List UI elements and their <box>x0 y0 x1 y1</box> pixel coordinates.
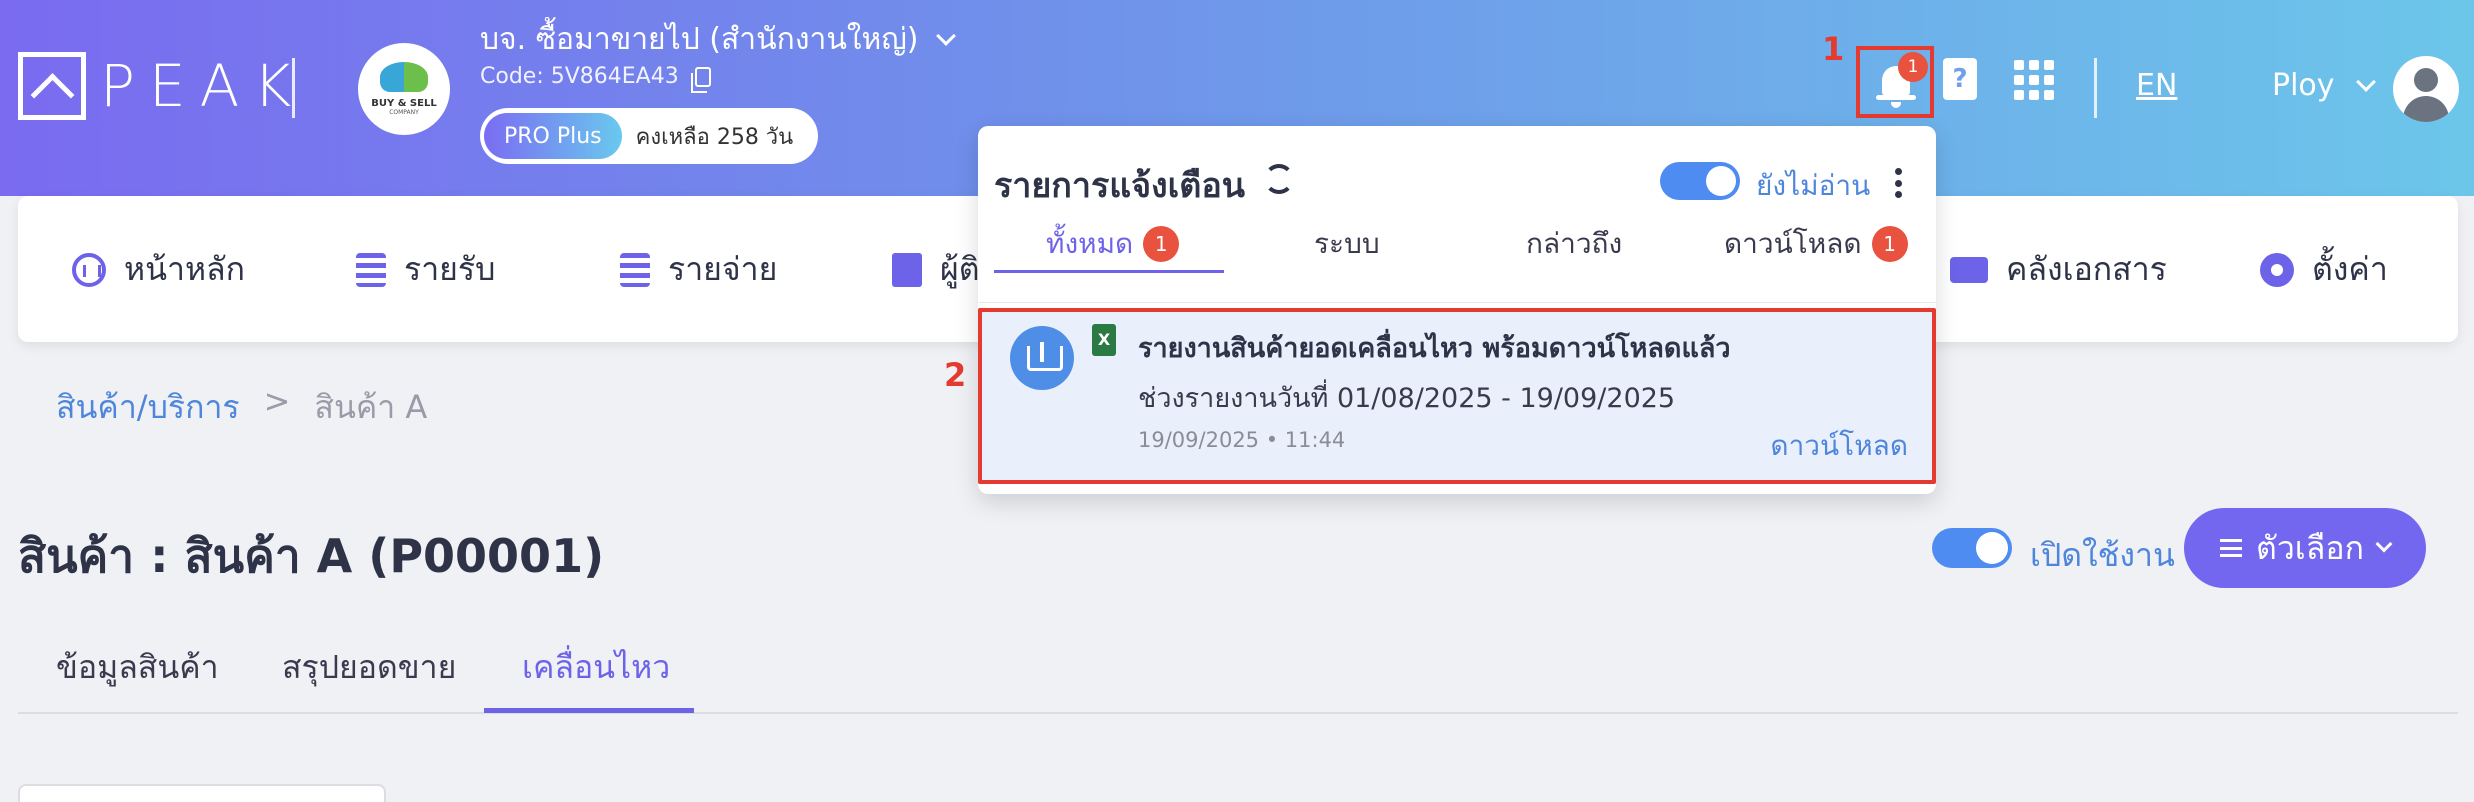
plan-badge: PRO Plus <box>484 113 622 159</box>
header-divider-right <box>2094 58 2097 118</box>
notification-dropdown: รายการแจ้งเตือน ยังไม่อ่าน ทั้งหมด 1 ระบ… <box>978 126 1936 494</box>
excel-file-icon: X <box>1092 324 1116 356</box>
active-toggle[interactable] <box>1932 528 2012 568</box>
notif-tab-divider <box>978 302 1936 303</box>
notif-tab-all[interactable]: ทั้งหมด 1 <box>1046 222 1180 266</box>
notif-tab-badge: 1 <box>1143 226 1180 262</box>
plan-pill[interactable]: PRO Plus คงเหลือ 258 วัน <box>480 108 818 164</box>
nav-item-label: หน้าหลัก <box>124 250 246 288</box>
company-code: Code: 5V864EA43 <box>480 64 711 93</box>
gear-icon <box>2260 252 2294 287</box>
apps-grid-icon[interactable] <box>2014 60 2054 100</box>
tab-sales-summary[interactable]: สรุปยอดขาย <box>282 642 456 693</box>
notif-tab-downloads[interactable]: ดาวน์โหลด 1 <box>1724 222 1908 266</box>
help-book-icon[interactable]: ? <box>1943 58 1977 100</box>
notif-tab-system[interactable]: ระบบ <box>1314 222 1380 266</box>
filter-box[interactable] <box>18 784 386 802</box>
refresh-icon[interactable] <box>1264 164 1294 194</box>
user-name: Ploy <box>2272 68 2335 103</box>
notif-tab-label: ดาวน์โหลด <box>1724 227 1862 260</box>
notification-count-badge: 1 <box>1898 52 1928 82</box>
tab-movement[interactable]: เคลื่อนไหว <box>522 642 670 693</box>
folder-icon <box>1950 256 1988 283</box>
breadcrumb-current: สินค้า A <box>314 388 428 426</box>
nav-item-income[interactable]: รายรับ <box>356 244 495 295</box>
nav-item-documents[interactable]: คลังเอกสาร <box>1950 244 2167 295</box>
notification-subtitle: ช่วงรายงานวันที่ 01/08/2025 - 19/09/2025 <box>1138 383 1676 414</box>
unread-toggle[interactable] <box>1660 162 1740 200</box>
notif-tab-label: ระบบ <box>1314 227 1380 260</box>
menu-icon <box>2220 539 2243 557</box>
income-coins-icon <box>356 252 386 287</box>
notification-bell-button[interactable]: 1 <box>1856 46 1934 118</box>
chevron-down-icon <box>2375 535 2393 553</box>
language-switch[interactable]: EN <box>2136 68 2177 103</box>
notif-tab-label: กล่าวถึง <box>1526 227 1623 260</box>
company-avatar[interactable]: BUY & SELL COMPANY <box>358 43 450 135</box>
notification-item[interactable]: X รายงานสินค้ายอดเคลื่อนไหว พร้อมดาวน์โห… <box>978 308 1936 484</box>
logo-text: PEAK <box>100 52 306 120</box>
notif-active-tab-indicator <box>994 270 1224 273</box>
notification-heading: รายงานสินค้ายอดเคลื่อนไหว พร้อมดาวน์โหลด… <box>1138 333 1731 364</box>
more-options-icon[interactable] <box>1895 168 1903 198</box>
nav-item-label: รายจ่าย <box>668 250 778 288</box>
options-button[interactable]: ตัวเลือก <box>2184 508 2426 588</box>
nav-item-settings[interactable]: ตั้งค่า <box>2260 244 2388 295</box>
chevron-down-icon <box>935 25 956 46</box>
contacts-building-icon <box>892 252 922 287</box>
breadcrumb: สินค้า/บริการ > สินค้า A <box>56 382 427 433</box>
breadcrumb-parent-link[interactable]: สินค้า/บริการ <box>56 382 240 433</box>
company-name: บจ. ซื้อมาขายไป (สำนักงานใหญ่) <box>480 22 919 57</box>
header-divider <box>292 58 295 118</box>
user-menu[interactable]: Ploy <box>2272 68 2376 103</box>
nav-item-label: รายรับ <box>404 250 496 288</box>
breadcrumb-separator: > <box>263 382 291 420</box>
nav-item-home[interactable]: หน้าหลัก <box>72 244 245 295</box>
notif-tab-mentions[interactable]: กล่าวถึง <box>1526 222 1622 266</box>
options-label: ตัวเลือก <box>2256 528 2364 567</box>
user-avatar[interactable] <box>2393 56 2459 122</box>
chevron-down-icon <box>2355 71 2376 92</box>
notif-tab-label: ทั้งหมด <box>1046 227 1134 260</box>
company-switcher[interactable]: บจ. ซื้อมาขายไป (สำนักงานใหญ่) <box>480 16 956 63</box>
annotation-marker-1: 1 <box>1822 30 1845 68</box>
nav-item-expense[interactable]: รายจ่าย <box>620 244 777 295</box>
logo-mark-icon <box>18 52 86 120</box>
nav-item-label: ผู้ติ <box>940 250 980 288</box>
plan-days-left: คงเหลือ 258 วัน <box>635 124 794 150</box>
copy-icon[interactable] <box>690 66 711 93</box>
company-logo-text: BUY & SELL <box>371 98 437 109</box>
nav-item-label: ตั้งค่า <box>2312 250 2388 288</box>
company-code-text: Code: 5V864EA43 <box>480 64 679 89</box>
download-icon <box>1010 326 1074 390</box>
nav-item-contacts[interactable]: ผู้ติ <box>892 244 980 295</box>
expense-coins-icon <box>620 252 650 287</box>
notification-title: รายการแจ้งเตือน <box>994 166 1246 206</box>
notif-tab-badge: 1 <box>1871 226 1908 262</box>
peak-logo[interactable]: PEAK <box>18 52 305 120</box>
company-logo-sub: COMPANY <box>389 109 419 116</box>
nav-item-label: คลังเอกสาร <box>2006 250 2167 288</box>
page-title: สินค้า : สินค้า A (P00001) <box>18 529 605 583</box>
dashboard-icon <box>72 252 106 287</box>
handshake-icon <box>380 62 428 92</box>
notification-timestamp: 19/09/2025 • 11:44 <box>1138 428 1346 452</box>
annotation-marker-2: 2 <box>944 356 967 394</box>
download-link[interactable]: ดาวน์โหลด <box>1770 424 1908 468</box>
unread-toggle-label: ยังไม่อ่าน <box>1756 169 1871 202</box>
active-tab-indicator <box>484 708 694 713</box>
active-toggle-label: เปิดใช้งาน <box>2030 536 2175 574</box>
tab-product-info[interactable]: ข้อมูลสินค้า <box>56 642 219 693</box>
